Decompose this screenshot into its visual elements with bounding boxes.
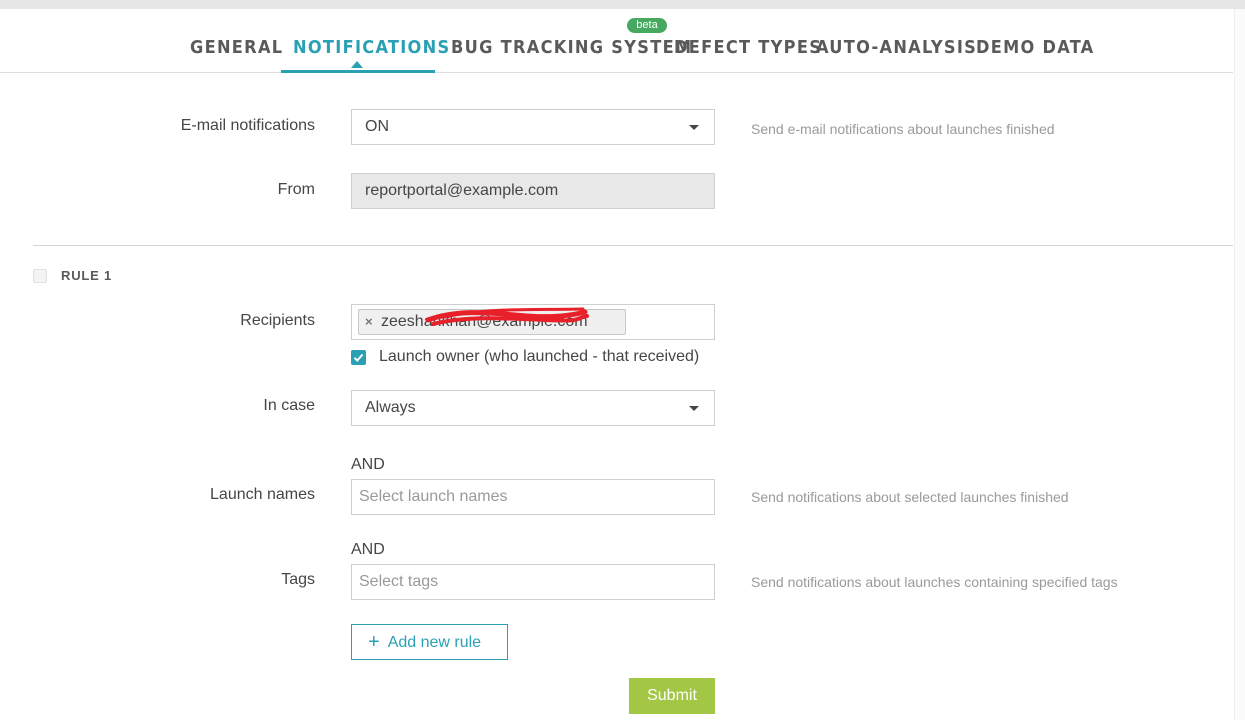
plus-icon: + <box>368 631 380 653</box>
tab-demo-data[interactable]: DEMO DATA <box>976 37 1095 58</box>
from-label: From <box>277 181 315 198</box>
tags-hint: Send notifications about launches contai… <box>751 574 1118 590</box>
email-notifications-label: E-mail notifications <box>180 117 315 134</box>
in-case-label: In case <box>263 397 315 414</box>
from-value: reportportal@example.com <box>365 182 559 199</box>
in-case-select[interactable]: Always <box>351 390 715 426</box>
tab-auto-analysis[interactable]: AUTO-ANALYSIS <box>816 37 977 58</box>
launch-names-label: Launch names <box>210 486 315 503</box>
active-tab-caret-icon <box>351 61 363 68</box>
tags-input[interactable]: Select tags <box>351 564 715 600</box>
email-notifications-select[interactable]: ON <box>351 109 715 145</box>
tab-general[interactable]: GENERAL <box>190 37 283 58</box>
submit-button[interactable]: Submit <box>629 678 715 714</box>
top-bar <box>0 0 1245 9</box>
beta-badge: beta <box>627 18 667 33</box>
settings-tabs: GENERAL NOTIFICATIONS BUG TRACKING SYSTE… <box>0 9 1233 73</box>
in-case-value: Always <box>365 399 416 416</box>
from-field: reportportal@example.com <box>351 173 715 209</box>
section-divider <box>33 245 1233 246</box>
add-new-rule-label: Add new rule <box>387 634 482 651</box>
tags-label: Tags <box>281 571 315 588</box>
add-new-rule-button[interactable]: + Add new rule <box>351 624 508 660</box>
chevron-down-icon <box>689 406 699 411</box>
tags-and-label: AND <box>351 541 385 558</box>
close-icon[interactable]: × <box>365 310 373 334</box>
active-tab-underline <box>281 70 435 73</box>
scrollbar[interactable] <box>1234 9 1245 720</box>
recipients-label: Recipients <box>240 312 315 329</box>
chevron-down-icon <box>689 125 699 130</box>
redaction-scribble-icon <box>425 307 589 326</box>
launch-names-and-label: AND <box>351 456 385 473</box>
rule-checkbox[interactable] <box>33 269 47 283</box>
tab-notifications[interactable]: NOTIFICATIONS <box>293 37 450 58</box>
launch-owner-checkbox[interactable] <box>351 350 366 365</box>
email-notifications-hint: Send e-mail notifications about launches… <box>751 121 1055 137</box>
tags-placeholder: Select tags <box>359 573 439 590</box>
checkmark-icon <box>353 353 364 362</box>
email-notifications-value: ON <box>365 118 389 135</box>
tab-bug-tracking-system[interactable]: BUG TRACKING SYSTEM <box>451 37 692 58</box>
tab-defect-types[interactable]: DEFECT TYPES <box>674 37 822 58</box>
launch-names-hint: Send notifications about selected launch… <box>751 489 1069 505</box>
launch-owner-label: Launch owner (who launched - that receiv… <box>379 348 700 365</box>
launch-names-placeholder: Select launch names <box>359 488 508 505</box>
rule-title: RULE 1 <box>61 268 113 283</box>
launch-names-input[interactable]: Select launch names <box>351 479 715 515</box>
